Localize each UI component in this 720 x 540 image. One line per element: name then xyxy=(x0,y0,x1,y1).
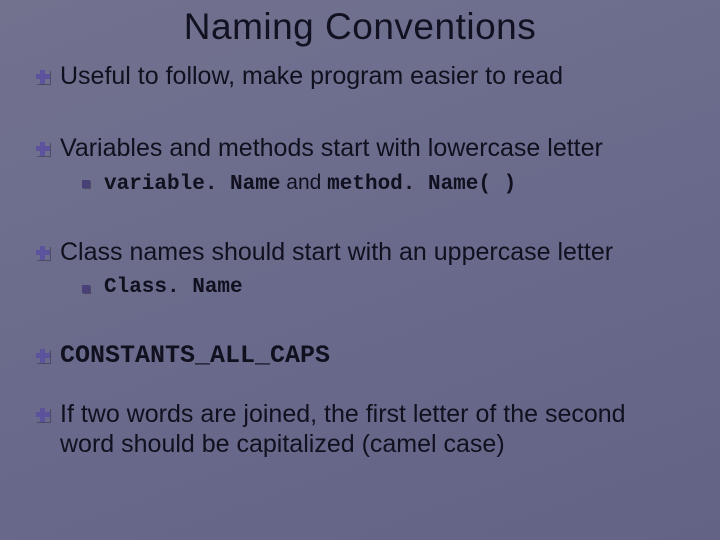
bullet-classnames: Class names should start with an upperca… xyxy=(36,238,684,268)
subbullet-variables-example: variable. Name and method. Name( ) xyxy=(82,171,684,196)
bullet-variables: Variables and methods start with lowerca… xyxy=(36,134,684,164)
bullet-text: If two words are joined, the first lette… xyxy=(60,400,684,459)
subbullet-text: variable. Name and method. Name( ) xyxy=(104,171,516,196)
square-icon xyxy=(82,180,90,188)
spacer xyxy=(36,92,684,124)
spacer xyxy=(36,370,684,390)
slide: Naming Conventions Useful to follow, mak… xyxy=(0,0,720,540)
bullet-icon xyxy=(36,246,50,260)
bullet-text: Class names should start with an upperca… xyxy=(60,238,684,268)
bullet-icon xyxy=(36,70,50,84)
bullet-useful: Useful to follow, make program easier to… xyxy=(36,62,684,92)
text-and: and xyxy=(280,171,327,194)
bullet-icon xyxy=(36,408,50,422)
bullet-icon xyxy=(36,142,50,156)
code-variable-name: variable. Name xyxy=(104,173,280,196)
subbullet-classname-example: Class. Name xyxy=(82,276,684,299)
slide-title: Naming Conventions xyxy=(36,6,684,48)
spacer xyxy=(36,299,684,331)
bullet-icon xyxy=(36,349,50,363)
bullet-text: Variables and methods start with lowerca… xyxy=(60,134,684,164)
code-class-name: Class. Name xyxy=(104,276,243,299)
bullet-text: Useful to follow, make program easier to… xyxy=(60,62,684,92)
code-method-name: method. Name( ) xyxy=(327,173,516,196)
bullet-camelcase: If two words are joined, the first lette… xyxy=(36,400,684,459)
code-constants: CONSTANTS_ALL_CAPS xyxy=(60,341,684,371)
spacer xyxy=(36,196,684,228)
bullet-constants: CONSTANTS_ALL_CAPS xyxy=(36,341,684,371)
square-icon xyxy=(82,285,90,293)
